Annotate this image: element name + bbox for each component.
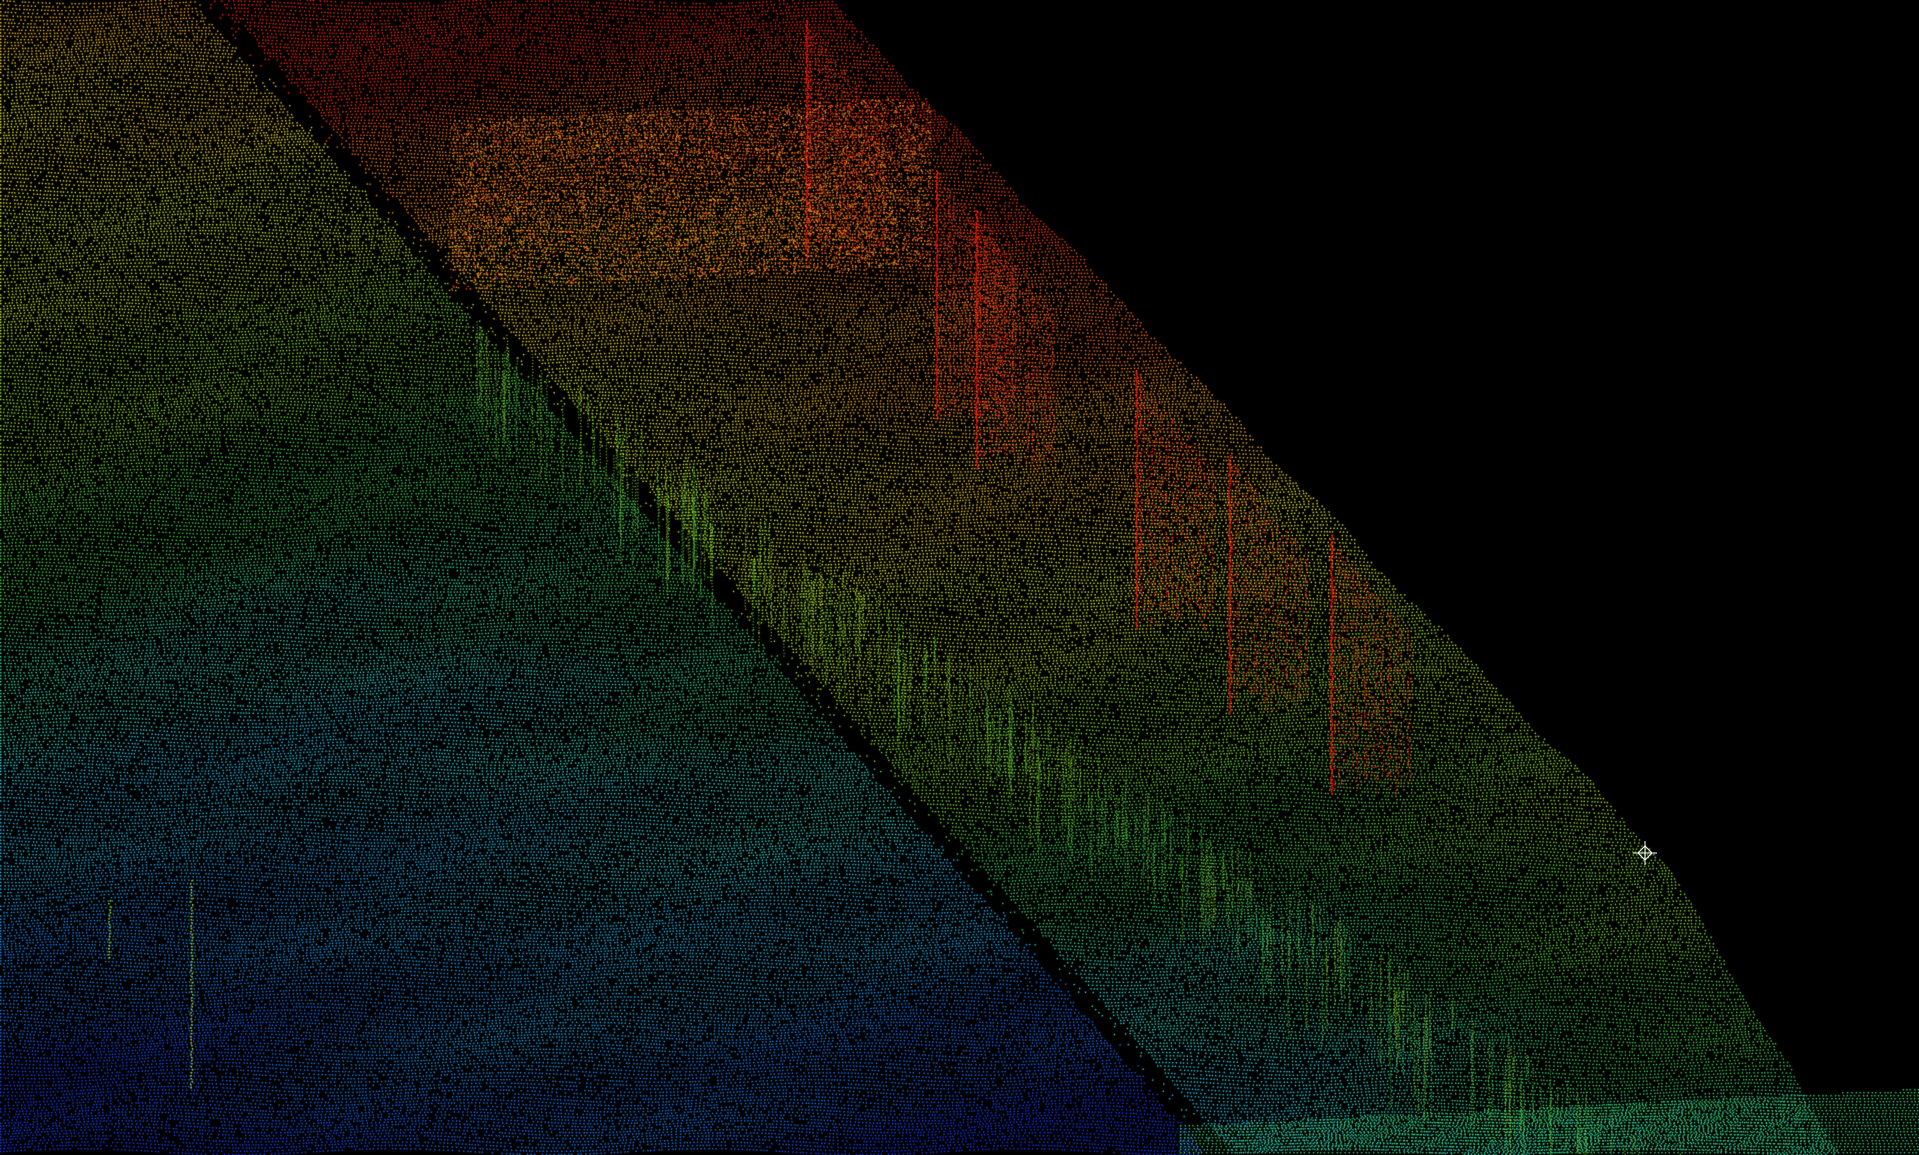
point-cloud-viewport[interactable]: [0, 0, 1919, 1155]
point-cloud-canvas[interactable]: [0, 0, 1919, 1155]
